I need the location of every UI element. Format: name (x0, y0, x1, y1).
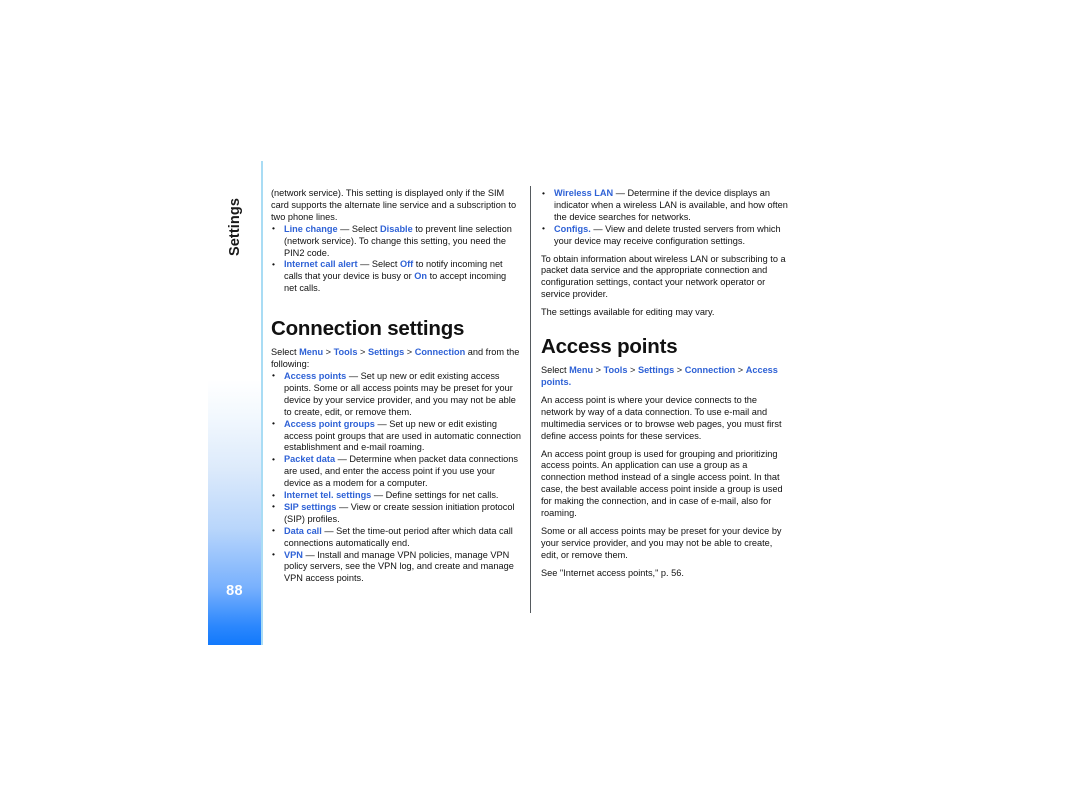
right-paragraph-1: To obtain information about wireless LAN… (541, 253, 786, 300)
term-sip-settings: SIP settings (284, 501, 337, 512)
separator: > (676, 365, 683, 376)
separator: > (737, 365, 744, 376)
text: Define settings for net calls. (385, 490, 499, 501)
separator: > (630, 365, 636, 376)
dash: — (360, 259, 370, 270)
dash: — (377, 418, 387, 429)
dash: — (348, 370, 359, 381)
list-item: Access point groups — Set up new or edit… (271, 418, 521, 455)
right-paragraph-3: An access point is where your device con… (541, 394, 782, 441)
document-page: 88 Settings (network service). This sett… (0, 0, 1080, 810)
dash: — (324, 525, 334, 536)
dash: — (305, 549, 315, 560)
text: Select (351, 223, 378, 234)
separator: > (325, 347, 332, 358)
path-tools: Tools (603, 365, 628, 376)
term-wireless-lan: Wireless LAN (554, 188, 614, 198)
left-column: (network service). This setting is displ… (271, 188, 521, 585)
select-prefix: Select (541, 365, 567, 376)
left-blue-rule (261, 161, 263, 645)
value-on: On (414, 271, 427, 282)
term-access-points: Access points (284, 370, 347, 381)
list-item: Internet tel. settings — Define settings… (271, 490, 521, 502)
heading-access-points: Access points (541, 335, 678, 359)
path-menu: Menu (569, 365, 594, 376)
path-settings: Settings (637, 365, 675, 376)
value-off: Off (399, 259, 414, 270)
path-connection: Connection (684, 365, 736, 376)
term-internet-call-alert: Internet call alert (284, 259, 358, 270)
term-packet-data: Packet data (284, 454, 336, 465)
right-paragraph-5: Some or all access points may be preset … (541, 525, 782, 560)
list-item: Access points — Set up new or edit exist… (271, 370, 521, 419)
dash: — (340, 223, 350, 234)
left-intro-paragraph: (network service). This setting is displ… (271, 188, 517, 222)
column-divider-rule (530, 186, 531, 613)
path-menu: Menu (299, 347, 324, 358)
chapter-tab-gradient (208, 380, 261, 645)
list-item: Line change — Select Disable to prevent … (271, 223, 521, 260)
list-item: VPN — Install and manage VPN policies, m… (271, 549, 521, 586)
left-select-path-line: Select Menu > Tools > Settings > Connect… (271, 347, 521, 371)
list-item: Configs. — View and delete trusted serve… (541, 223, 791, 248)
separator: > (406, 347, 413, 358)
right-cross-reference: See "Internet access points," p. 56. (541, 567, 684, 578)
right-paragraph-2: The settings available for editing may v… (541, 307, 715, 318)
path-connection: Connection (414, 347, 466, 358)
term-access-point-groups: Access point groups (284, 418, 375, 429)
right-top-bullet-list: Wireless LAN — Determine if the device d… (541, 188, 791, 248)
text: Select (371, 259, 398, 270)
term-configs: Configs. (554, 223, 591, 234)
right-paragraph-4: An access point group is used for groupi… (541, 448, 783, 519)
chapter-label: Settings (227, 198, 243, 256)
dash: — (337, 454, 347, 465)
separator: > (595, 365, 602, 376)
left-top-bullet-list: Line change — Select Disable to prevent … (271, 223, 521, 295)
list-item: Internet call alert — Select Off to noti… (271, 259, 521, 295)
list-item: Packet data — Determine when packet data… (271, 454, 521, 490)
terminator: . (568, 376, 572, 387)
dash: — (373, 490, 384, 501)
value-disable: Disable (380, 223, 413, 234)
dash: — (338, 501, 349, 512)
list-item: Wireless LAN — Determine if the device d… (541, 188, 791, 224)
list-item: Data call — Set the time-out period afte… (271, 525, 521, 550)
path-tools: Tools (333, 347, 358, 358)
heading-connection-settings: Connection settings (271, 317, 465, 341)
dash: — (593, 223, 603, 234)
term-line-change: Line change (284, 223, 338, 234)
connection-settings-list: Access points — Set up new or edit exist… (271, 370, 521, 586)
text: Install and manage VPN policies, manage … (284, 549, 514, 584)
separator: > (360, 347, 366, 358)
term-data-call: Data call (284, 525, 322, 536)
list-item: SIP settings — View or create session in… (271, 501, 521, 526)
term-vpn: VPN (284, 549, 303, 560)
dash: — (615, 188, 625, 198)
page-number: 88 (226, 583, 243, 599)
right-select-path-line: Select Menu > Tools > Settings > Connect… (541, 365, 791, 389)
right-column: Wireless LAN — Determine if the device d… (541, 188, 791, 580)
path-settings: Settings (367, 347, 405, 358)
term-internet-tel-settings: Internet tel. settings (284, 490, 372, 501)
select-prefix: Select (271, 347, 297, 358)
